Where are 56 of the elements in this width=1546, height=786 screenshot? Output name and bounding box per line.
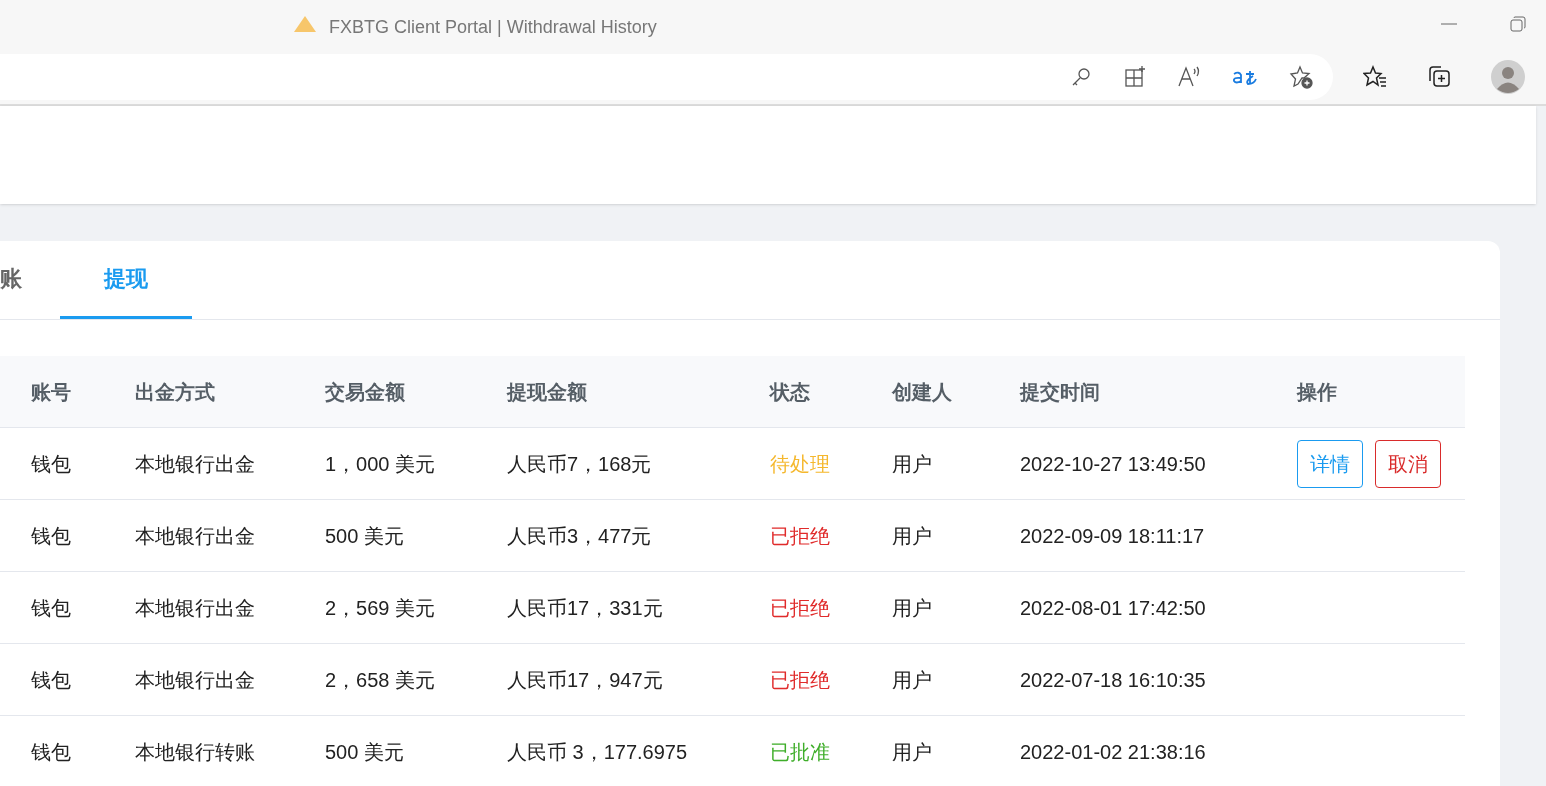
tab[interactable]: 提现 bbox=[60, 240, 192, 319]
table-cell: 钱包 bbox=[31, 452, 71, 475]
table-cell: 本地银行出金 bbox=[135, 524, 255, 547]
table-cell: 钱包 bbox=[31, 668, 71, 691]
table-cell: 2022-08-01 17:42:50 bbox=[1020, 596, 1206, 619]
status-text: 已拒绝 bbox=[770, 524, 830, 547]
tab[interactable]: 账 bbox=[0, 240, 22, 319]
table-cell: 用户 bbox=[892, 524, 932, 547]
column-header: 提交时间 bbox=[1020, 380, 1100, 403]
column-header: 交易金额 bbox=[325, 380, 405, 403]
table-cell: 用户 bbox=[892, 452, 932, 475]
column-header: 提现金额 bbox=[507, 380, 587, 403]
column-header: 操作 bbox=[1297, 380, 1337, 403]
status-text: 待处理 bbox=[770, 452, 830, 475]
column-header: 出金方式 bbox=[135, 380, 215, 403]
triangle-logo-icon bbox=[294, 16, 316, 32]
table-cell: 钱包 bbox=[31, 596, 71, 619]
table-cell: 钱包 bbox=[31, 524, 71, 547]
table-cell: 2022-01-02 21:38:16 bbox=[1020, 740, 1206, 763]
table-cell: 人民币 3，177.6975 bbox=[507, 740, 688, 763]
table-cell: 2022-09-09 18:11:17 bbox=[1020, 524, 1205, 547]
grid-plus-icon[interactable] bbox=[1123, 65, 1147, 89]
table-cell: 1，000 美元 bbox=[325, 452, 436, 475]
table-cell: 2022-10-27 13:49:50 bbox=[1020, 452, 1206, 475]
favorites-list-icon[interactable] bbox=[1363, 65, 1387, 89]
table-cell: 人民币17，947元 bbox=[507, 668, 663, 691]
table-cell: 本地银行转账 bbox=[135, 740, 255, 763]
table-cell: 本地银行出金 bbox=[135, 596, 255, 619]
status-text: 已拒绝 bbox=[770, 668, 830, 691]
table-cell: 500 美元 bbox=[325, 740, 404, 763]
column-header: 账号 bbox=[31, 380, 71, 403]
table-cell: 用户 bbox=[892, 668, 932, 691]
table-cell: 人民币7，168元 bbox=[507, 452, 652, 475]
table-cell: 2，569 美元 bbox=[325, 596, 436, 619]
status-text: 已拒绝 bbox=[770, 596, 830, 619]
table-cell: 500 美元 bbox=[325, 524, 404, 547]
table-cell: 2022-07-18 16:10:35 bbox=[1020, 668, 1206, 691]
table-cell: 2，658 美元 bbox=[325, 668, 436, 691]
collections-icon[interactable] bbox=[1427, 65, 1451, 89]
details-button[interactable]: 详情 bbox=[1297, 439, 1363, 488]
restore-icon[interactable] bbox=[1510, 16, 1526, 32]
table-cell: 用户 bbox=[892, 740, 932, 763]
table-cell: 钱包 bbox=[31, 740, 71, 763]
avatar-icon[interactable] bbox=[1491, 60, 1525, 94]
cancel-button[interactable]: 取消 bbox=[1375, 439, 1441, 488]
table-cell: 用户 bbox=[892, 596, 932, 619]
status-text: 已批准 bbox=[770, 740, 830, 763]
table-cell: 人民币17，331元 bbox=[507, 596, 663, 619]
star-plus-icon[interactable] bbox=[1289, 65, 1313, 89]
column-header: 创建人 bbox=[892, 380, 952, 403]
table-cell: 人民币3，477元 bbox=[507, 524, 652, 547]
window-title: FXBTG Client Portal | Withdrawal History bbox=[329, 16, 657, 39]
read-aloud-icon[interactable] bbox=[1177, 65, 1201, 89]
column-header: 状态 bbox=[770, 380, 810, 403]
table-cell: 本地银行出金 bbox=[135, 668, 255, 691]
table-cell: 本地银行出金 bbox=[135, 452, 255, 475]
